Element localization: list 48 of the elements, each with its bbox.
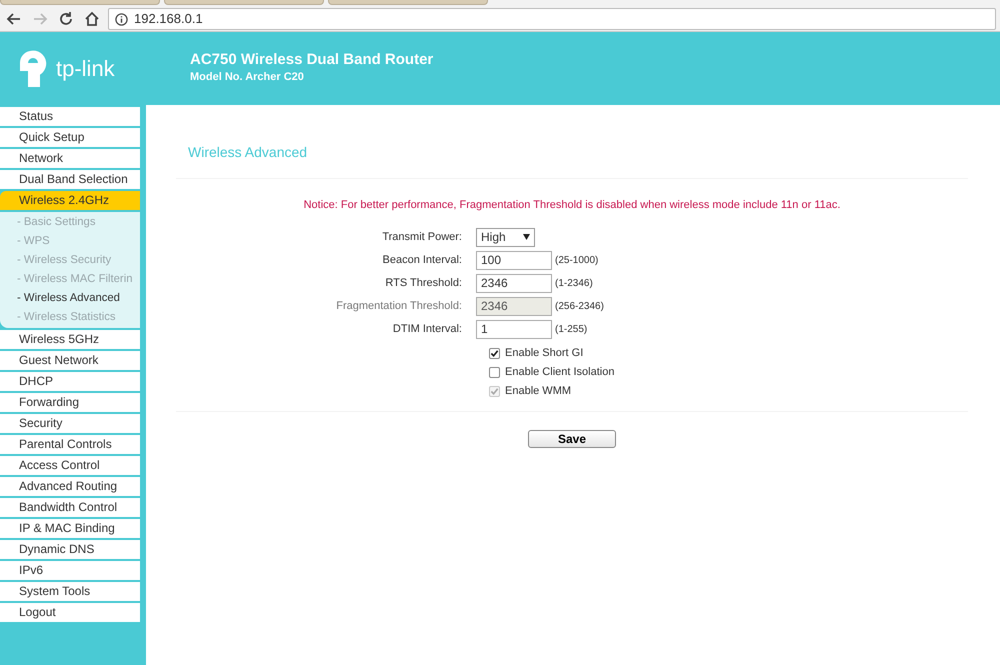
router-title: AC750 Wireless Dual Band Router	[190, 51, 434, 70]
menu-item[interactable]: Quick Setup	[0, 128, 140, 147]
input-field[interactable]: 2346	[476, 274, 552, 292]
menu-item[interactable]: Forwarding	[0, 393, 140, 412]
dropdown-caret-icon	[523, 234, 530, 240]
menu-item[interactable]: Bandwidth Control	[0, 498, 140, 517]
checkbox-label: Enable Client Isolation	[505, 364, 614, 380]
menu-item[interactable]: Status	[0, 107, 140, 126]
checkbox[interactable]	[489, 366, 500, 378]
info-icon[interactable]	[115, 12, 128, 26]
checkbox-label: Enable Short GI	[505, 346, 584, 361]
save-button[interactable]: Save	[528, 430, 616, 448]
page-title: Wireless Advanced	[187, 143, 308, 162]
url-text: 192.168.0.1	[134, 10, 203, 28]
field-label: RTS Threshold:	[384, 276, 463, 291]
menu-item[interactable]: Advanced Routing	[0, 477, 140, 496]
field-label: DTIM Interval:	[392, 322, 463, 337]
checkbox[interactable]	[489, 348, 500, 358]
transmit-power-dropdown[interactable]: High	[476, 228, 535, 246]
logo-text: tp-link	[56, 55, 115, 83]
field-label: Transmit Power:	[381, 230, 463, 245]
field-label: Beacon Interval:	[382, 252, 463, 268]
menu-item[interactable]: Logout	[0, 603, 140, 622]
address-bar[interactable]: 192.168.0.1	[108, 8, 996, 30]
range-hint: (256-2346)	[554, 300, 604, 314]
input-field[interactable]: 1	[476, 320, 552, 338]
notice-text: Notice: For better performance, Fragmentation Threshold is disabled when wireless mode include 11n or 11ac.	[302, 198, 842, 213]
menu-item[interactable]: IP & MAC Binding	[0, 519, 140, 538]
menu-item[interactable]: Dual Band Selection	[0, 170, 140, 189]
menu-item[interactable]: DHCP	[0, 372, 140, 391]
menu-item[interactable]: Security	[0, 414, 140, 433]
menu-item[interactable]: IPv6	[0, 561, 140, 580]
field-label: Fragmentation Threshold:	[335, 298, 463, 314]
menu-item[interactable]: Guest Network	[0, 351, 140, 370]
checkbox-label: Enable WMM	[505, 384, 572, 399]
menu-item[interactable]: Wireless 5GHz	[0, 330, 140, 349]
menu-item[interactable]: Network	[0, 149, 140, 168]
model-number: Model No. Archer C20	[190, 70, 305, 86]
submenu-item[interactable]: - Wireless Advanced	[0, 289, 140, 308]
range-hint: (1-255)	[554, 322, 588, 336]
menu-item[interactable]: Parental Controls	[0, 435, 140, 454]
menu-item[interactable]: Wireless 2.4GHz	[0, 191, 140, 210]
menu-item[interactable]: System Tools	[0, 582, 140, 601]
input-field[interactable]: 100	[476, 250, 552, 270]
range-hint: (1-2346)	[554, 276, 593, 290]
menu-item[interactable]: Access Control	[0, 456, 140, 475]
range-hint: (25-1000)	[554, 254, 598, 268]
menu-item[interactable]: Dynamic DNS	[0, 540, 140, 559]
